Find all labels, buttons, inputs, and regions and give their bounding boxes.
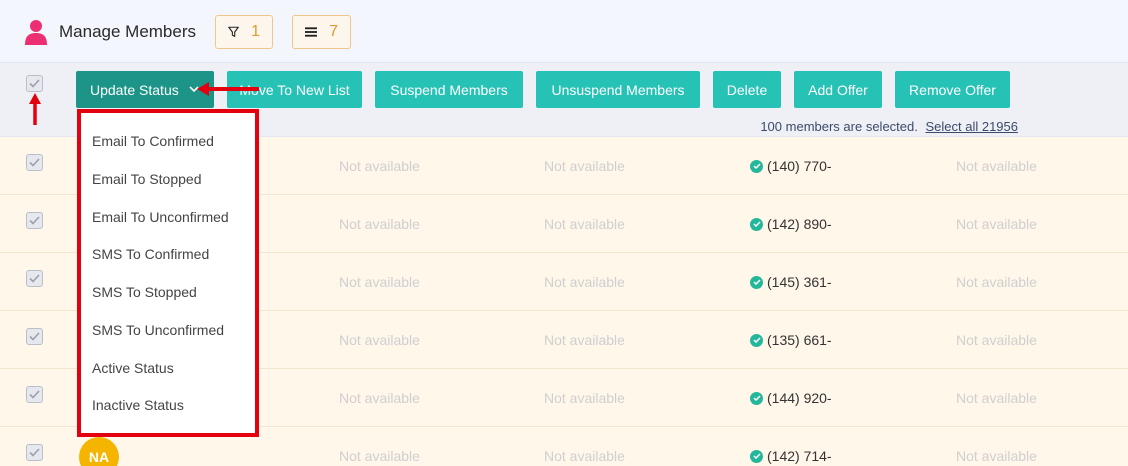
arrow-left-icon — [197, 82, 259, 96]
name-cell: Not available — [544, 448, 625, 464]
filter-count: 1 — [251, 23, 260, 40]
list-chip[interactable]: 7 — [292, 15, 351, 49]
check-icon — [29, 448, 40, 457]
phone-cell: (145) 361- — [750, 274, 832, 290]
list-icon — [305, 27, 318, 37]
row-checkbox[interactable] — [26, 444, 43, 461]
verified-icon — [750, 159, 763, 173]
check-icon — [29, 332, 40, 341]
avatar: NA — [79, 437, 119, 466]
phone-number: (142) 890- — [767, 216, 832, 232]
check-icon — [29, 274, 40, 283]
user-icon — [25, 20, 47, 45]
filter-chip[interactable]: 1 — [215, 15, 273, 49]
page-header: Manage Members 1 7 — [0, 0, 1128, 63]
extra-cell: Not available — [956, 332, 1037, 348]
verified-icon — [750, 391, 763, 405]
phone-cell: (135) 661- — [750, 332, 832, 348]
unsuspend-members-button[interactable]: Unsuspend Members — [536, 71, 700, 108]
phone-number: (144) 920- — [767, 390, 832, 406]
select-all-link[interactable]: Select all 21956 — [925, 119, 1018, 134]
verified-icon — [750, 275, 763, 289]
check-icon — [29, 79, 40, 88]
name-cell: Not available — [544, 332, 625, 348]
phone-cell: (144) 920- — [750, 390, 832, 406]
phone-number: (142) 714- — [767, 448, 832, 464]
phone-cell: (142) 714- — [750, 448, 832, 464]
email-cell: Not available — [339, 158, 420, 174]
name-cell: Not available — [544, 216, 625, 232]
extra-cell: Not available — [956, 274, 1037, 290]
menu-item-inactive-status[interactable]: Inactive Status — [92, 397, 184, 413]
extra-cell: Not available — [956, 390, 1037, 406]
menu-item-email-to-confirmed[interactable]: Email To Confirmed — [92, 133, 214, 149]
extra-cell: Not available — [956, 216, 1037, 232]
add-offer-button[interactable]: Add Offer — [794, 71, 882, 108]
email-cell: Not available — [339, 216, 420, 232]
arrow-up-icon — [29, 93, 41, 125]
check-icon — [29, 158, 40, 167]
row-checkbox[interactable] — [26, 328, 43, 345]
menu-item-sms-to-unconfirmed[interactable]: SMS To Unconfirmed — [92, 322, 224, 338]
menu-item-email-to-unconfirmed[interactable]: Email To Unconfirmed — [92, 209, 229, 225]
check-icon — [29, 390, 40, 399]
row-checkbox[interactable] — [26, 154, 43, 171]
email-cell: Not available — [339, 448, 420, 464]
delete-button[interactable]: Delete — [713, 71, 781, 108]
extra-cell: Not available — [956, 158, 1037, 174]
update-status-menu: Email To Confirmed Email To Stopped Emai… — [77, 109, 259, 437]
extra-cell: Not available — [956, 448, 1037, 464]
row-checkbox[interactable] — [26, 386, 43, 403]
check-icon — [29, 216, 40, 225]
selected-count-text: 100 members are selected. — [760, 119, 918, 134]
row-checkbox[interactable] — [26, 212, 43, 229]
filter-icon — [228, 26, 239, 37]
selection-summary: 100 members are selected. Select all 219… — [760, 119, 1018, 134]
menu-item-sms-to-confirmed[interactable]: SMS To Confirmed — [92, 246, 209, 262]
manage-members-page: Manage Members 1 7 Update Status Move To… — [0, 0, 1128, 466]
email-cell: Not available — [339, 274, 420, 290]
verified-icon — [750, 449, 763, 463]
email-cell: Not available — [339, 390, 420, 406]
list-count: 7 — [329, 23, 338, 40]
update-status-label: Update Status — [90, 81, 179, 98]
menu-item-sms-to-stopped[interactable]: SMS To Stopped — [92, 284, 197, 300]
verified-icon — [750, 333, 763, 347]
suspend-members-button[interactable]: Suspend Members — [375, 71, 523, 108]
phone-number: (140) 770- — [767, 158, 832, 174]
row-checkbox[interactable] — [26, 270, 43, 287]
phone-cell: (140) 770- — [750, 158, 832, 174]
name-cell: Not available — [544, 158, 625, 174]
menu-item-active-status[interactable]: Active Status — [92, 360, 174, 376]
phone-cell: (142) 890- — [750, 216, 832, 232]
menu-item-email-to-stopped[interactable]: Email To Stopped — [92, 171, 201, 187]
phone-number: (145) 361- — [767, 274, 832, 290]
phone-number: (135) 661- — [767, 332, 832, 348]
page-title: Manage Members — [59, 22, 197, 41]
select-all-checkbox[interactable] — [26, 75, 43, 92]
remove-offer-button[interactable]: Remove Offer — [895, 71, 1010, 108]
email-cell: Not available — [339, 332, 420, 348]
name-cell: Not available — [544, 274, 625, 290]
name-cell: Not available — [544, 390, 625, 406]
verified-icon — [750, 217, 763, 231]
update-status-button[interactable]: Update Status — [76, 71, 214, 108]
